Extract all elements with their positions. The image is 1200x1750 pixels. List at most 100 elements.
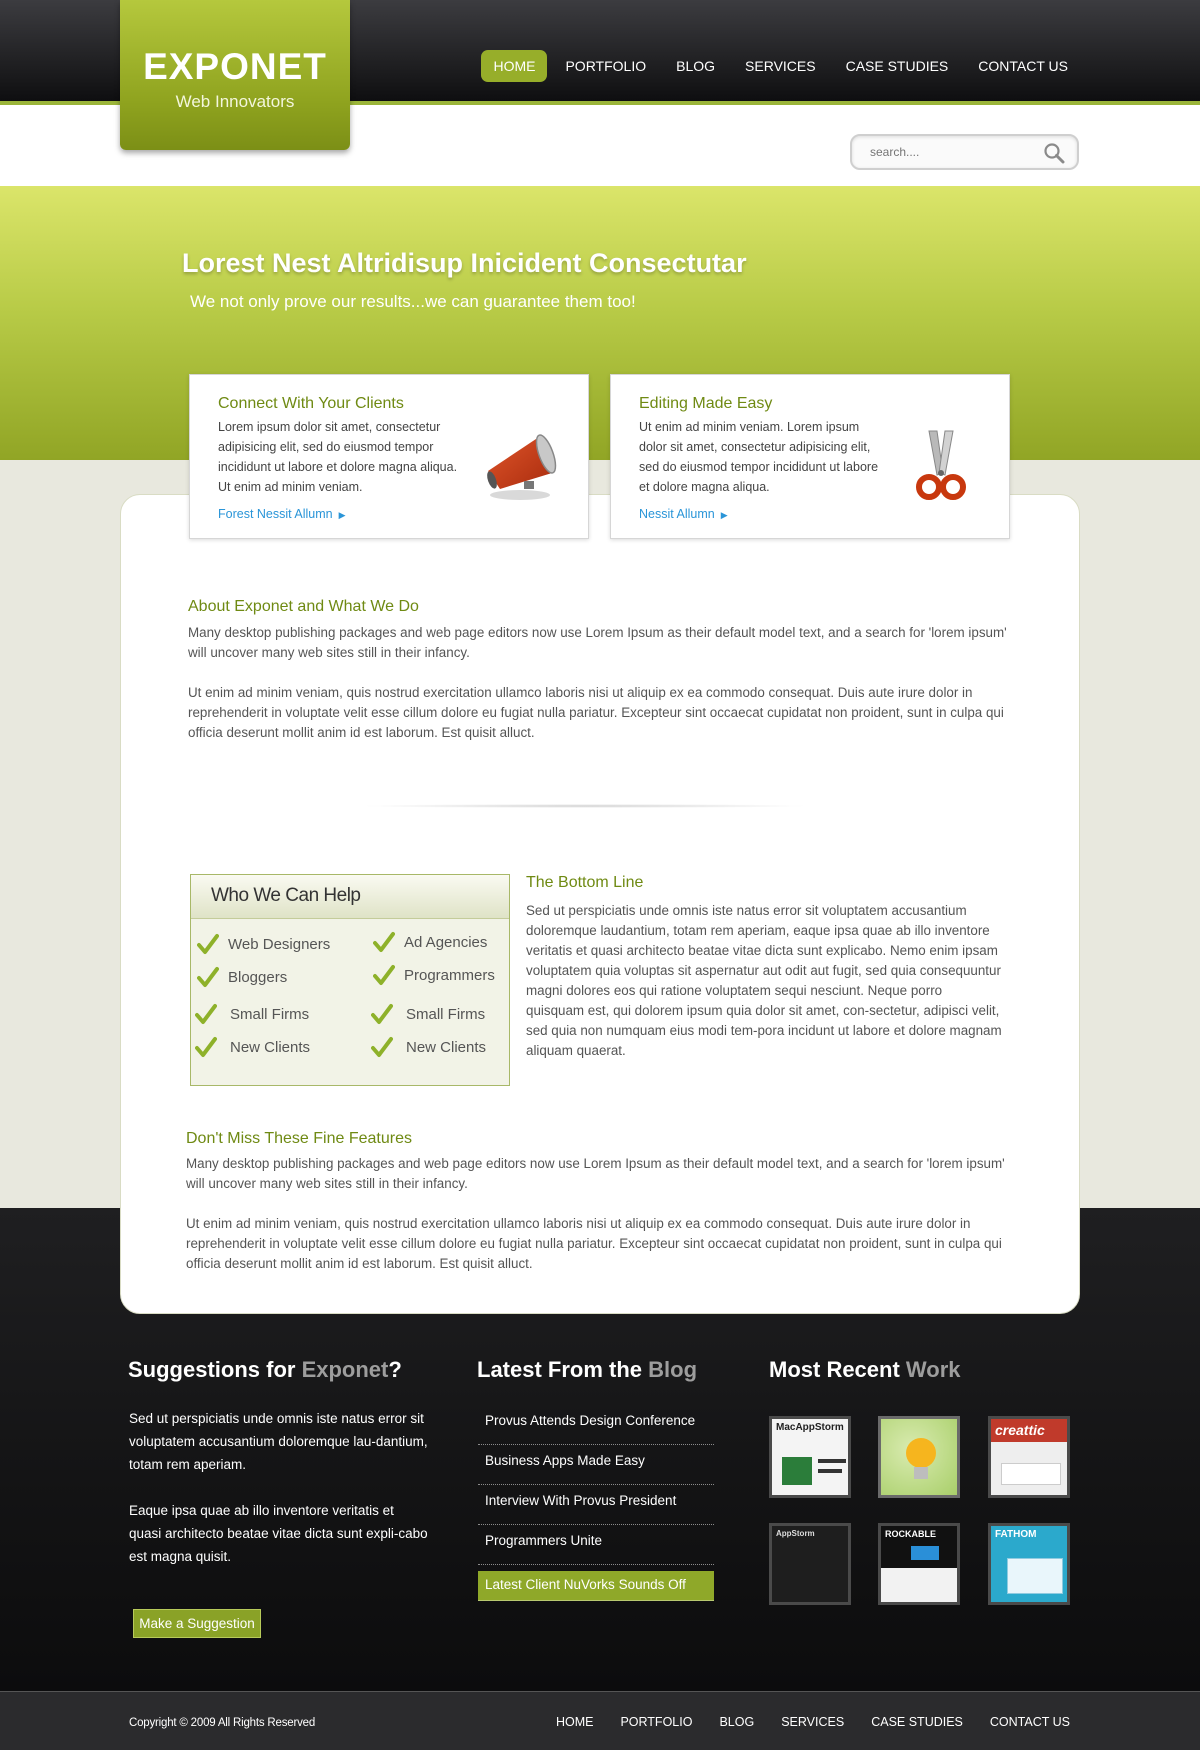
nav-portfolio[interactable]: PORTFOLIO bbox=[553, 50, 658, 82]
nav-services[interactable]: SERVICES bbox=[733, 50, 828, 82]
search-input[interactable] bbox=[870, 145, 1030, 159]
feature-card-connect: Connect With Your Clients Lorem ipsum do… bbox=[189, 374, 589, 539]
thumbnail-graphic bbox=[1001, 1463, 1061, 1485]
work-thumbnail-fathom[interactable]: FATHOM bbox=[988, 1523, 1070, 1605]
checkmark-icon bbox=[197, 967, 219, 987]
nav-blog[interactable]: BLOG bbox=[664, 50, 727, 82]
thumbnail-image: creattic bbox=[991, 1419, 1067, 1495]
search-icon[interactable] bbox=[1043, 142, 1065, 164]
thumbnail-label: FATHOM bbox=[995, 1529, 1037, 1540]
hero-title: Lorest Nest Altridisup Inicident Consect… bbox=[182, 248, 747, 278]
blog-list-item[interactable]: Business Apps Made Easy bbox=[478, 1445, 714, 1485]
footer-nav-portfolio[interactable]: PORTFOLIO bbox=[620, 1715, 692, 1729]
work-thumbnail-creattic[interactable]: creattic bbox=[988, 1416, 1070, 1498]
footer-nav-blog[interactable]: BLOG bbox=[719, 1715, 754, 1729]
checkmark-icon bbox=[371, 1004, 393, 1024]
blog-list-item-active[interactable]: Latest Client NuVorks Sounds Off bbox=[478, 1571, 714, 1601]
thumbnail-image bbox=[881, 1419, 957, 1495]
section-divider bbox=[360, 804, 810, 808]
thumbnail-text-line bbox=[818, 1459, 846, 1463]
thumbnail-graphic bbox=[1007, 1558, 1063, 1594]
thumbnail-label: MacAppStorm bbox=[776, 1422, 844, 1433]
triangle-right-icon: ▶ bbox=[338, 510, 346, 520]
nav-case-studies[interactable]: CASE STUDIES bbox=[834, 50, 961, 82]
logo-tagline: Web Innovators bbox=[175, 92, 295, 111]
about-title: About Exponet and What We Do bbox=[188, 598, 419, 615]
bottom-line-text: Sed ut perspiciatis unde omnis iste natu… bbox=[526, 903, 1002, 1058]
suggestions-heading: Suggestions for Exponet? bbox=[128, 1357, 402, 1383]
bottom-bar: Copyright © 2009 All Rights Reserved HOM… bbox=[0, 1691, 1200, 1750]
thumbnail-graphic bbox=[782, 1457, 812, 1485]
work-thumbnail-rockable[interactable]: ROCKABLE bbox=[878, 1523, 960, 1605]
help-item: New Clients bbox=[195, 1036, 310, 1058]
work-thumbnail-lightbulb[interactable] bbox=[878, 1416, 960, 1498]
help-box-title: Who We Can Help bbox=[211, 885, 361, 906]
feature-text: Lorem ipsum dolor sit amet, consectetur … bbox=[218, 420, 458, 494]
help-item: New Clients bbox=[371, 1036, 486, 1058]
feature-link[interactable]: Forest Nessit Allumn ▶ bbox=[218, 507, 346, 521]
work-thumbnail-appstorm[interactable]: AppStorm bbox=[769, 1523, 851, 1605]
blog-list: Provus Attends Design Conference Busines… bbox=[478, 1405, 714, 1601]
feature-card-editing: Editing Made Easy Ut enim ad minim venia… bbox=[610, 374, 1010, 539]
thumbnail-label: ROCKABLE bbox=[885, 1529, 936, 1539]
help-item: Bloggers bbox=[197, 966, 287, 988]
suggestions-heading-brand: Exponet bbox=[301, 1357, 389, 1382]
thumbnail-graphic bbox=[911, 1546, 939, 1560]
footer-nav-contact-us[interactable]: CONTACT US bbox=[990, 1715, 1070, 1729]
footer-nav-home[interactable]: HOME bbox=[556, 1715, 594, 1729]
blog-list-item[interactable]: Interview With Provus President bbox=[478, 1485, 714, 1525]
megaphone-icon bbox=[487, 434, 557, 500]
site-logo[interactable]: EXPONET Web Innovators bbox=[120, 0, 350, 150]
feature-title: Editing Made Easy bbox=[639, 395, 773, 412]
lightbulb-icon bbox=[906, 1438, 936, 1479]
thumbnail-text-line bbox=[818, 1469, 842, 1473]
help-item-label: Programmers bbox=[404, 966, 495, 984]
blog-heading-main: Latest From the bbox=[477, 1357, 649, 1382]
thumbnail-label: AppStorm bbox=[776, 1529, 815, 1538]
nav-contact-us[interactable]: CONTACT US bbox=[966, 50, 1080, 82]
work-heading-main: Most Recent bbox=[769, 1357, 906, 1382]
work-heading: Most Recent Work bbox=[769, 1357, 961, 1383]
work-heading-brand: Work bbox=[905, 1357, 961, 1382]
help-item-label: Small Firms bbox=[406, 1005, 486, 1023]
suggestions-heading-end: ? bbox=[388, 1357, 402, 1382]
hero-banner bbox=[0, 186, 1200, 460]
thumbnail-label: creattic bbox=[995, 1422, 1045, 1438]
checkmark-icon bbox=[195, 1037, 217, 1057]
help-item-label: Small Firms bbox=[230, 1005, 310, 1023]
work-thumbnail-macappstorm[interactable]: MacAppStorm bbox=[769, 1416, 851, 1498]
nav-home[interactable]: HOME bbox=[481, 50, 548, 82]
suggestions-paragraph-2: Eaque ipsa quae ab illo inventore verita… bbox=[129, 1503, 428, 1564]
main-nav: HOME PORTFOLIO BLOG SERVICES CASE STUDIE… bbox=[475, 50, 1080, 82]
help-item-label: New Clients bbox=[406, 1038, 487, 1056]
feature-text: Ut enim ad minim veniam. Lorem ipsum dol… bbox=[639, 420, 879, 494]
make-suggestion-button[interactable]: Make a Suggestion bbox=[133, 1609, 261, 1638]
blog-list-item[interactable]: Provus Attends Design Conference bbox=[478, 1405, 714, 1445]
scissors-icon bbox=[916, 430, 966, 500]
blog-heading: Latest From the Blog bbox=[477, 1357, 697, 1383]
thumbnail-image: FATHOM bbox=[991, 1526, 1067, 1602]
search-box bbox=[850, 134, 1079, 170]
footer-nav-case-studies[interactable]: CASE STUDIES bbox=[871, 1715, 963, 1729]
checkmark-icon bbox=[195, 1004, 217, 1024]
feature-link[interactable]: Nessit Allumn ▶ bbox=[639, 507, 728, 521]
thumbnail-image: AppStorm bbox=[772, 1526, 848, 1602]
copyright-text: Copyright © 2009 All Rights Reserved bbox=[129, 1717, 316, 1729]
help-item-label: New Clients bbox=[230, 1038, 311, 1056]
footer-nav-services[interactable]: SERVICES bbox=[781, 1715, 844, 1729]
feature-title: Connect With Your Clients bbox=[218, 395, 404, 412]
blog-list-item[interactable]: Programmers Unite bbox=[478, 1525, 714, 1565]
blog-heading-brand: Blog bbox=[648, 1357, 698, 1382]
help-item-label: Web Designers bbox=[228, 935, 331, 953]
help-item-label: Ad Agencies bbox=[404, 933, 488, 951]
help-item: Small Firms bbox=[371, 1003, 485, 1025]
suggestions-heading-main: Suggestions for bbox=[128, 1357, 302, 1382]
footer-nav: HOME PORTFOLIO BLOG SERVICES CASE STUDIE… bbox=[529, 1715, 1070, 1729]
fine-features-paragraph-1: Many desktop publishing packages and web… bbox=[186, 1156, 1005, 1191]
about-paragraph-1: Many desktop publishing packages and web… bbox=[188, 625, 1007, 660]
help-item-label: Bloggers bbox=[228, 968, 288, 986]
thumbnail-image: MacAppStorm bbox=[772, 1419, 848, 1495]
help-item: Web Designers bbox=[197, 933, 330, 955]
hero-subtitle: We not only prove our results...we can g… bbox=[190, 292, 636, 311]
about-paragraph-2: Ut enim ad minim veniam, quis nostrud ex… bbox=[188, 685, 1004, 740]
